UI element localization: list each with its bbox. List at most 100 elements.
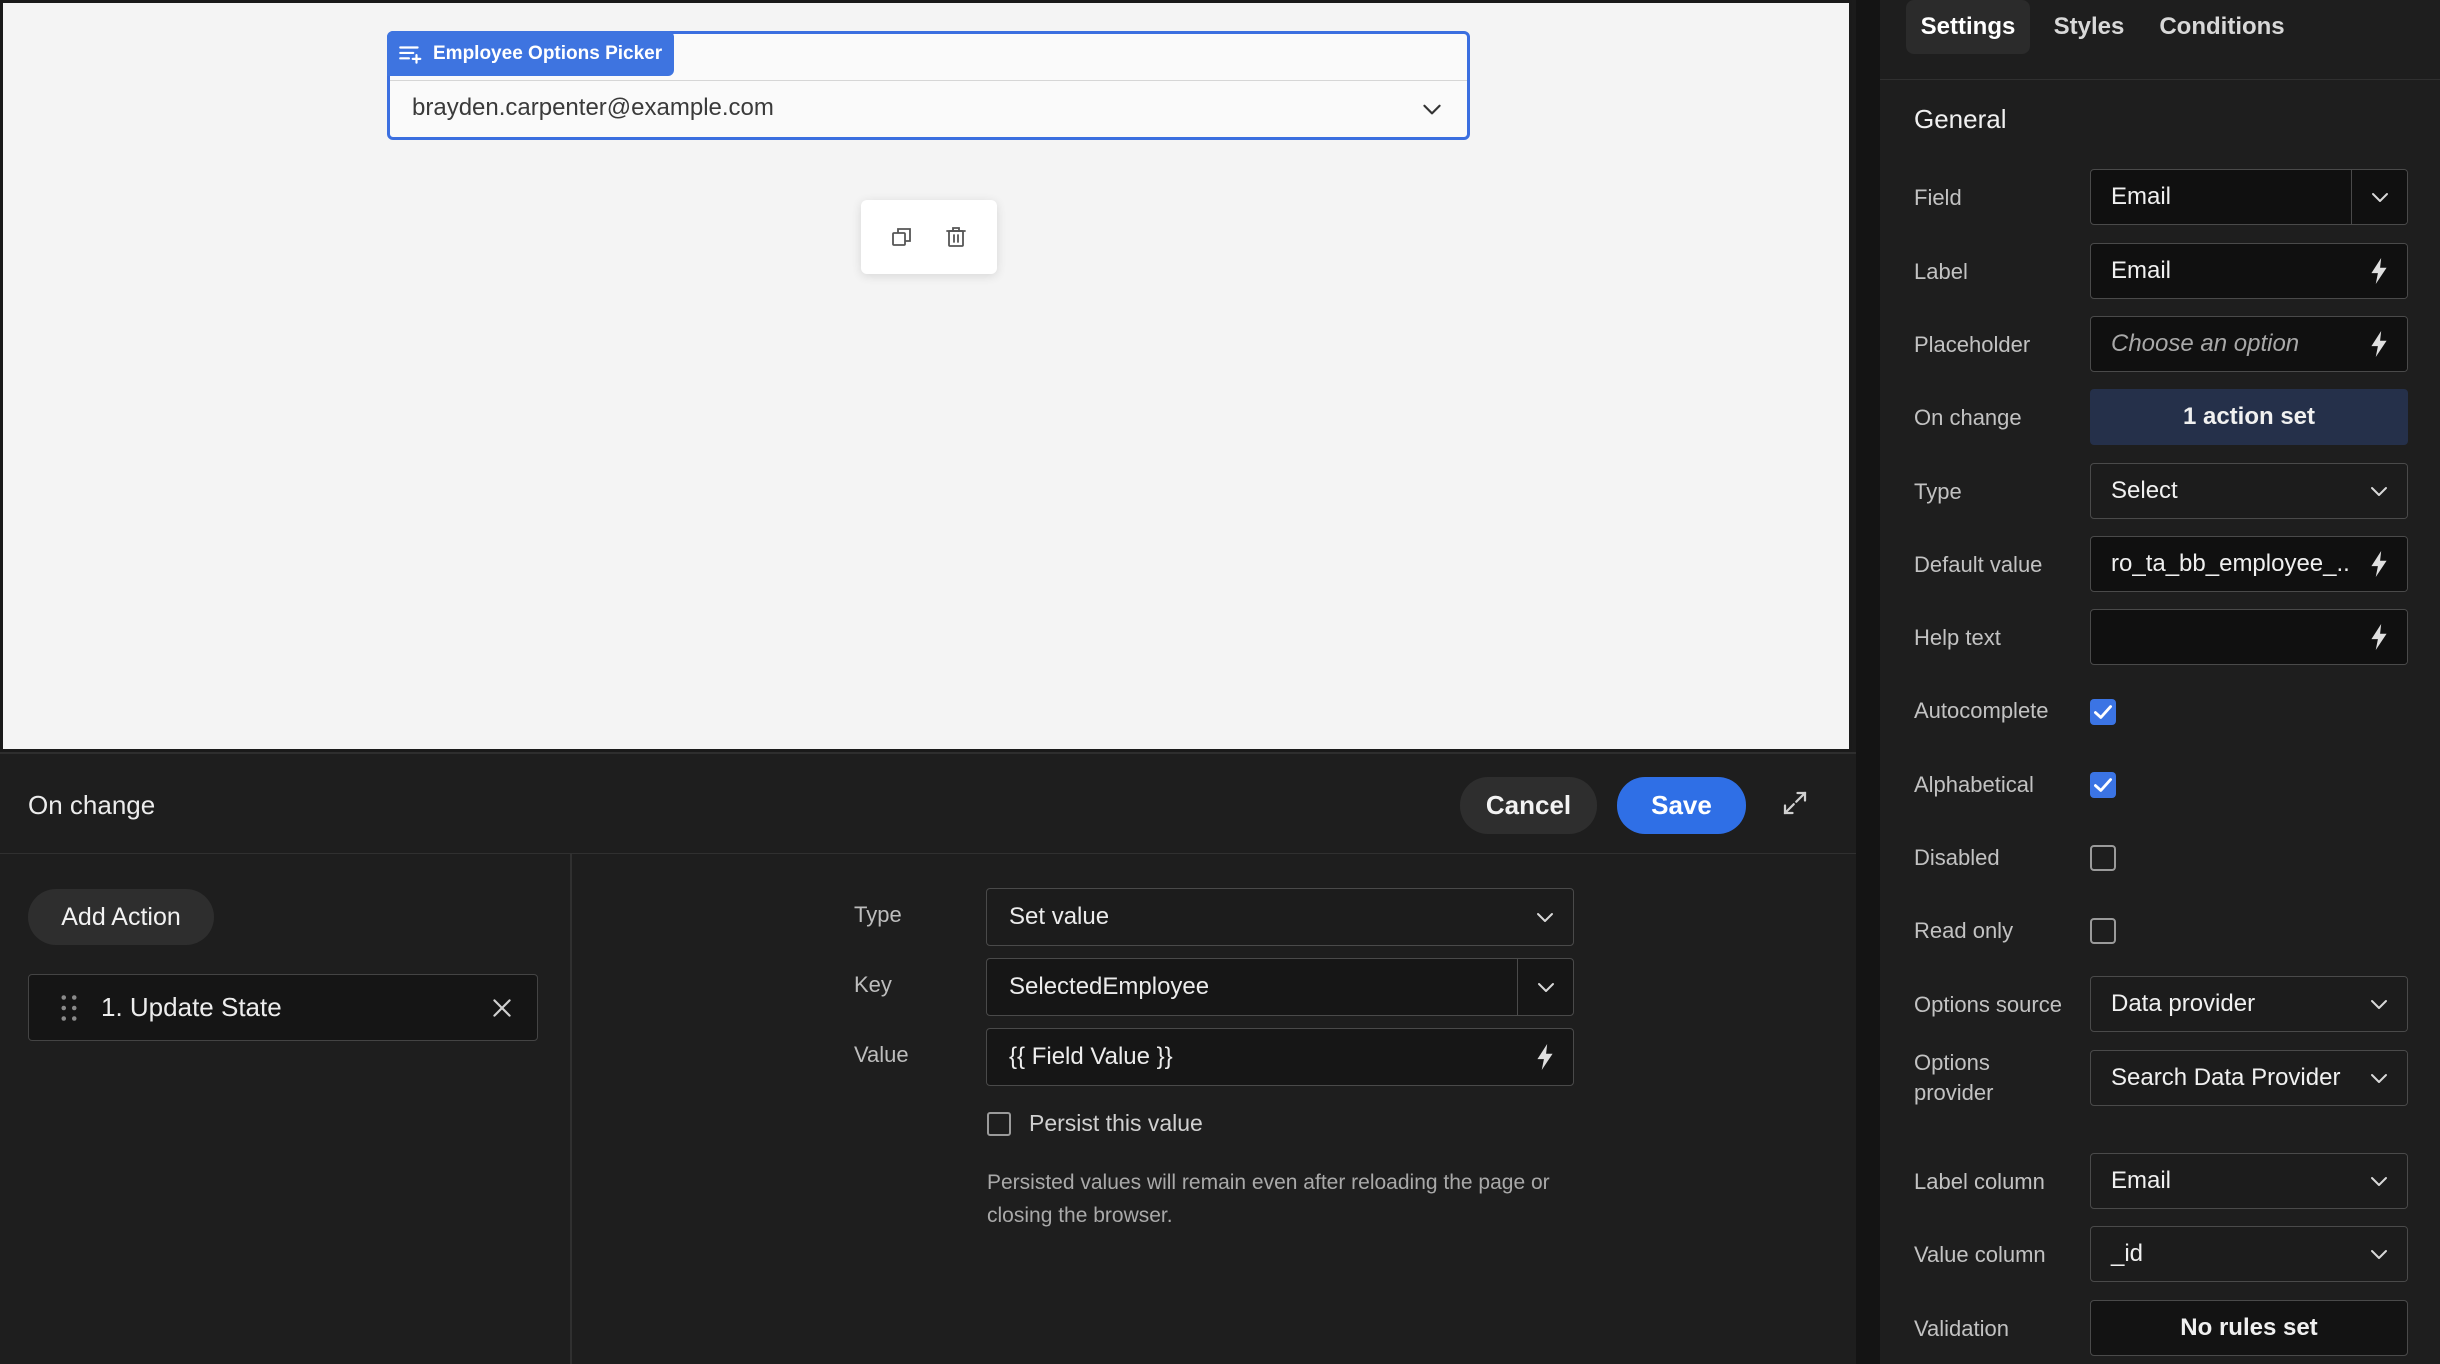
label-column-select[interactable]: Email: [2090, 1153, 2408, 1209]
drag-handle-icon[interactable]: [59, 994, 79, 1022]
lightning-icon: [1537, 1044, 1553, 1070]
on-change-label: On change: [1914, 405, 2022, 430]
value-expression: {{ Field Value }}: [1009, 1043, 1173, 1070]
cancel-button[interactable]: Cancel: [1460, 777, 1597, 834]
validation-label: Validation: [1914, 1316, 2009, 1341]
chevron-down-icon[interactable]: [1419, 96, 1445, 122]
options-source-value: Data provider: [2111, 990, 2256, 1017]
chevron-down-icon: [2371, 1250, 2387, 1259]
save-button[interactable]: Save: [1617, 777, 1746, 834]
disabled-checkbox[interactable]: [2090, 845, 2116, 871]
lightning-icon: [2371, 258, 2387, 284]
alphabetical-label: Alphabetical: [1914, 772, 2034, 797]
action-label: 1. Update State: [101, 992, 282, 1022]
chevron-down-icon: [2371, 1000, 2387, 1009]
builder-canvas[interactable]: Employee Options Picker brayden.carpente…: [0, 0, 1852, 752]
disabled-label: Disabled: [1914, 845, 2000, 870]
read-only-checkbox[interactable]: [2090, 918, 2116, 944]
binding-button[interactable]: [2351, 537, 2407, 591]
alphabetical-checkbox[interactable]: [2090, 772, 2116, 798]
on-change-panel: On change Cancel Save Add Action 1. Upda…: [0, 752, 1856, 1364]
placeholder-label: Placeholder: [1914, 332, 2031, 357]
chevron-down-icon: [2371, 1074, 2387, 1083]
chevron-down-icon: [2371, 487, 2387, 496]
checkmark-icon: [2094, 778, 2112, 792]
placeholder-value: Choose an option: [2111, 330, 2300, 357]
autocomplete-label: Autocomplete: [1914, 698, 2049, 723]
binding-button[interactable]: [2351, 610, 2407, 664]
default-value-input[interactable]: ro_ta_bb_employee_...: [2090, 536, 2408, 592]
tab-conditions[interactable]: Conditions: [2150, 0, 2294, 54]
binding-button[interactable]: [2351, 244, 2407, 298]
settings-tabs: Settings Styles Conditions: [1880, 0, 2440, 80]
read-only-label: Read only: [1914, 918, 2014, 943]
help-text-label: Help text: [1914, 625, 2001, 650]
field-select[interactable]: Email: [2090, 169, 2408, 225]
component-tag-label: Employee Options Picker: [433, 42, 663, 64]
trash-icon: [946, 227, 966, 247]
persist-label: Persist this value: [1029, 1110, 1203, 1136]
options-source-select[interactable]: Data provider: [2090, 976, 2408, 1032]
help-text-input[interactable]: [2090, 609, 2408, 665]
key-dropdown-toggle[interactable]: [1517, 959, 1573, 1015]
options-provider-select[interactable]: Search Data Provider: [2090, 1050, 2408, 1106]
persist-help-text: Persisted values will remain even after …: [987, 1171, 1550, 1227]
component-toolbar: [861, 200, 997, 274]
chevron-down-icon: [1537, 983, 1554, 992]
options-source-label: Options source: [1914, 992, 2062, 1017]
label-input[interactable]: Email: [2090, 243, 2408, 299]
action-type-select[interactable]: Set value: [986, 888, 1574, 946]
value-column-value: _id: [2111, 1240, 2144, 1267]
list-filter-icon: [399, 45, 422, 64]
key-combobox[interactable]: SelectedEmployee: [986, 958, 1574, 1016]
close-icon[interactable]: [489, 995, 515, 1021]
label-column-value: Email: [2111, 1167, 2172, 1194]
action-list-item[interactable]: 1. Update State: [28, 974, 538, 1041]
duplicate-icon: [892, 228, 911, 246]
options-provider-label-line1: Options: [1914, 1050, 1990, 1075]
chevron-down-icon: [1537, 913, 1553, 922]
lightning-icon: [2371, 624, 2387, 650]
tab-settings[interactable]: Settings: [1906, 0, 2030, 54]
persist-checkbox-row[interactable]: Persist this value: [987, 1110, 1203, 1137]
component-tag[interactable]: Employee Options Picker: [387, 31, 675, 76]
type-select[interactable]: Select: [2090, 463, 2408, 519]
value-column-select[interactable]: _id: [2090, 1226, 2408, 1282]
options-provider-label-line2: provider: [1914, 1080, 1994, 1105]
label-value: Email: [2111, 257, 2172, 284]
panel-gutter: [1856, 0, 1880, 1364]
duplicate-button[interactable]: [888, 223, 916, 251]
type-label: Type: [1914, 479, 1962, 504]
panel-title: On change: [28, 790, 156, 820]
employee-options-picker[interactable]: Employee Options Picker brayden.carpente…: [387, 31, 1470, 140]
delete-button[interactable]: [942, 223, 970, 251]
divider: [390, 80, 1467, 81]
field-label: Field: [1914, 185, 1962, 210]
picker-selected-value[interactable]: brayden.carpenter@example.com: [412, 94, 774, 122]
actions-list-pane: Add Action 1. Update State: [0, 854, 572, 1364]
add-action-button[interactable]: Add Action: [28, 889, 214, 945]
settings-panel: Settings Styles Conditions General Field…: [1880, 0, 2440, 1364]
validation-button[interactable]: No rules set: [2090, 1300, 2408, 1356]
default-value-value: ro_ta_bb_employee_...: [2111, 550, 2357, 577]
lightning-icon: [2371, 331, 2387, 357]
panel-header: On change Cancel Save: [0, 754, 1856, 854]
chevron-down-icon: [2371, 1177, 2387, 1186]
section-title-general: General: [1914, 104, 2007, 134]
checkmark-icon: [2094, 705, 2112, 719]
autocomplete-checkbox[interactable]: [2090, 699, 2116, 725]
chevron-down-icon: [2371, 193, 2388, 202]
binding-button[interactable]: [2351, 317, 2407, 371]
binding-button[interactable]: [1517, 1029, 1573, 1085]
persist-checkbox[interactable]: [987, 1111, 1011, 1136]
key-label: Key: [854, 972, 892, 997]
on-change-button[interactable]: 1 action set: [2090, 389, 2408, 445]
value-input[interactable]: {{ Field Value }}: [986, 1028, 1574, 1086]
type-value: Select: [2111, 477, 2178, 504]
label-label: Label: [1914, 259, 1968, 284]
tab-styles[interactable]: Styles: [2040, 0, 2138, 54]
placeholder-input[interactable]: Choose an option: [2090, 316, 2408, 372]
label-column-label: Label column: [1914, 1169, 2045, 1194]
value-column-label: Value column: [1914, 1242, 2046, 1267]
expand-icon[interactable]: [1780, 788, 1810, 818]
